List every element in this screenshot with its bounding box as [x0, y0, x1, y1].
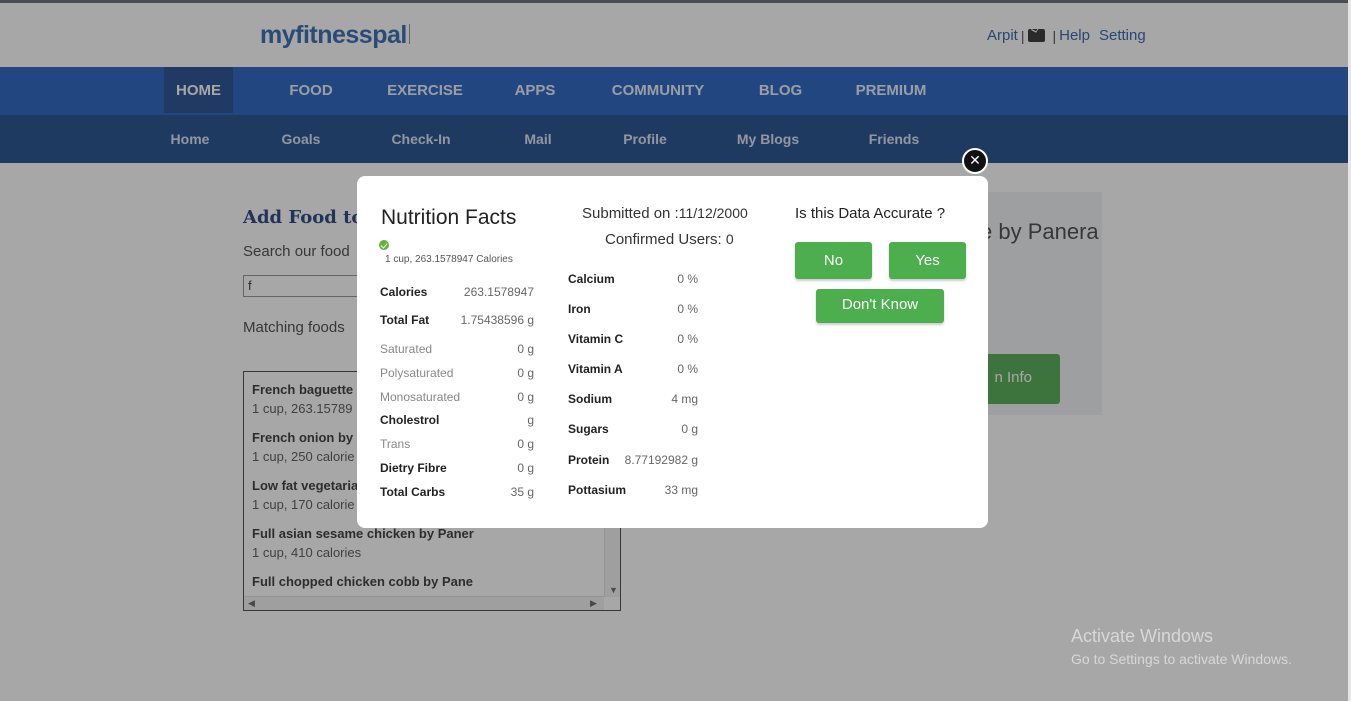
modal-title: Nutrition Facts [381, 206, 517, 229]
activate-windows-subtitle: Go to Settings to activate Windows. [1071, 651, 1292, 667]
verified-check-icon [379, 240, 389, 250]
nutrition-row-sodium: Sodium 4 mg [568, 392, 698, 406]
nutrition-row-vitamin-c: Vitamin C 0 % [568, 332, 698, 346]
accuracy-question: Is this Data Accurate ? [795, 205, 946, 222]
no-button[interactable]: No [795, 242, 872, 279]
activate-windows-title: Activate Windows [1071, 626, 1214, 646]
nutrition-row-iron: Iron 0 % [568, 302, 698, 316]
close-icon[interactable]: ✕ [962, 148, 988, 174]
confirmed-users: Confirmed Users: 0 [605, 231, 734, 248]
nutrition-row-calories: Calories 263.1578947 [380, 285, 534, 299]
nutrition-row-total-fat: Total Fat 1.75438596 g [380, 313, 534, 327]
nutrition-row-vitamin-a: Vitamin A 0 % [568, 362, 698, 376]
dont-know-button[interactable]: Don't Know [816, 289, 944, 323]
nutrition-row-trans: Trans 0 g [380, 437, 534, 451]
nutrition-row-polysaturated: Polysaturated 0 g [380, 366, 534, 380]
nutrition-row-calcium: Calcium 0 % [568, 272, 698, 286]
submitted-on: Submitted on :11/12/2000 [582, 205, 748, 222]
nutrition-row-cholestrol: Cholestrol g [380, 413, 534, 427]
nutrition-row-protein: Protein 8.77192982 g [568, 453, 698, 467]
nutrition-row-total-carbs: Total Carbs 35 g [380, 485, 534, 499]
nutrition-row-monosaturated: Monosaturated 0 g [380, 390, 534, 404]
nutrition-facts-modal: Nutrition Facts 1 cup, 263.1578947 Calor… [357, 176, 988, 528]
serving-info: 1 cup, 263.1578947 Calories [385, 254, 513, 265]
nutrition-row-dietry-fibre: Dietry Fibre 0 g [380, 461, 534, 475]
nutrition-row-pottasium: Pottasium 33 mg [568, 483, 698, 497]
nutrition-row-sugars: Sugars 0 g [568, 422, 698, 436]
nutrition-row-saturated: Saturated 0 g [380, 342, 534, 356]
yes-button[interactable]: Yes [889, 242, 966, 279]
